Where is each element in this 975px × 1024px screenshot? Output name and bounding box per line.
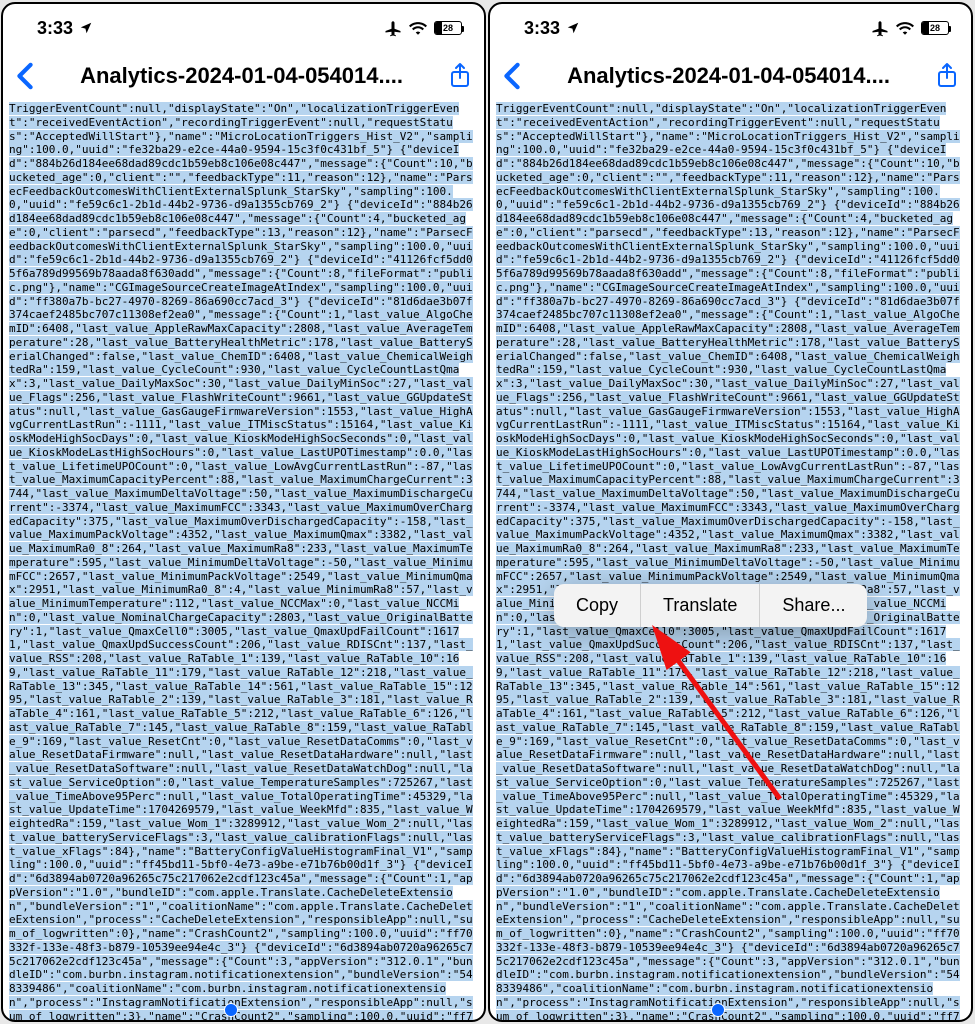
share-button[interactable]: [448, 62, 472, 90]
context-share[interactable]: Share...: [760, 584, 867, 627]
location-icon: [566, 21, 580, 35]
page-title: Analytics-2024-01-04-054014....: [43, 63, 440, 89]
airplane-icon: [871, 19, 889, 37]
phone-left: 3:33 28 Analy: [1, 2, 486, 1022]
back-button[interactable]: [15, 62, 35, 90]
log-body[interactable]: TriggerEventCount":null,"displayState":"…: [3, 100, 484, 1020]
airplane-icon: [384, 19, 402, 37]
selection-handle[interactable]: [225, 1004, 237, 1016]
status-bar: 3:33 28: [490, 4, 971, 52]
status-bar: 3:33 28: [3, 4, 484, 52]
nav-header: Analytics-2024-01-04-054014....: [490, 52, 971, 100]
battery-icon: 28: [921, 21, 949, 35]
context-translate[interactable]: Translate: [641, 584, 760, 627]
page-title: Analytics-2024-01-04-054014....: [530, 63, 927, 89]
location-icon: [79, 21, 93, 35]
share-button[interactable]: [935, 62, 959, 90]
wifi-icon: [896, 21, 914, 35]
selected-text[interactable]: TriggerEventCount":null,"displayState":"…: [9, 102, 473, 1022]
log-body[interactable]: TriggerEventCount":null,"displayState":"…: [490, 100, 971, 1020]
selection-handle[interactable]: [712, 1004, 724, 1016]
status-time: 3:33: [37, 18, 73, 39]
wifi-icon: [409, 21, 427, 35]
back-button[interactable]: [502, 62, 522, 90]
nav-header: Analytics-2024-01-04-054014....: [3, 52, 484, 100]
context-copy[interactable]: Copy: [554, 584, 641, 627]
context-menu: Copy Translate Share...: [554, 584, 867, 627]
phone-right: 3:33 28 Analy: [488, 2, 973, 1022]
status-time: 3:33: [524, 18, 560, 39]
battery-icon: 28: [434, 21, 462, 35]
selected-text[interactable]: TriggerEventCount":null,"displayState":"…: [496, 102, 960, 1022]
